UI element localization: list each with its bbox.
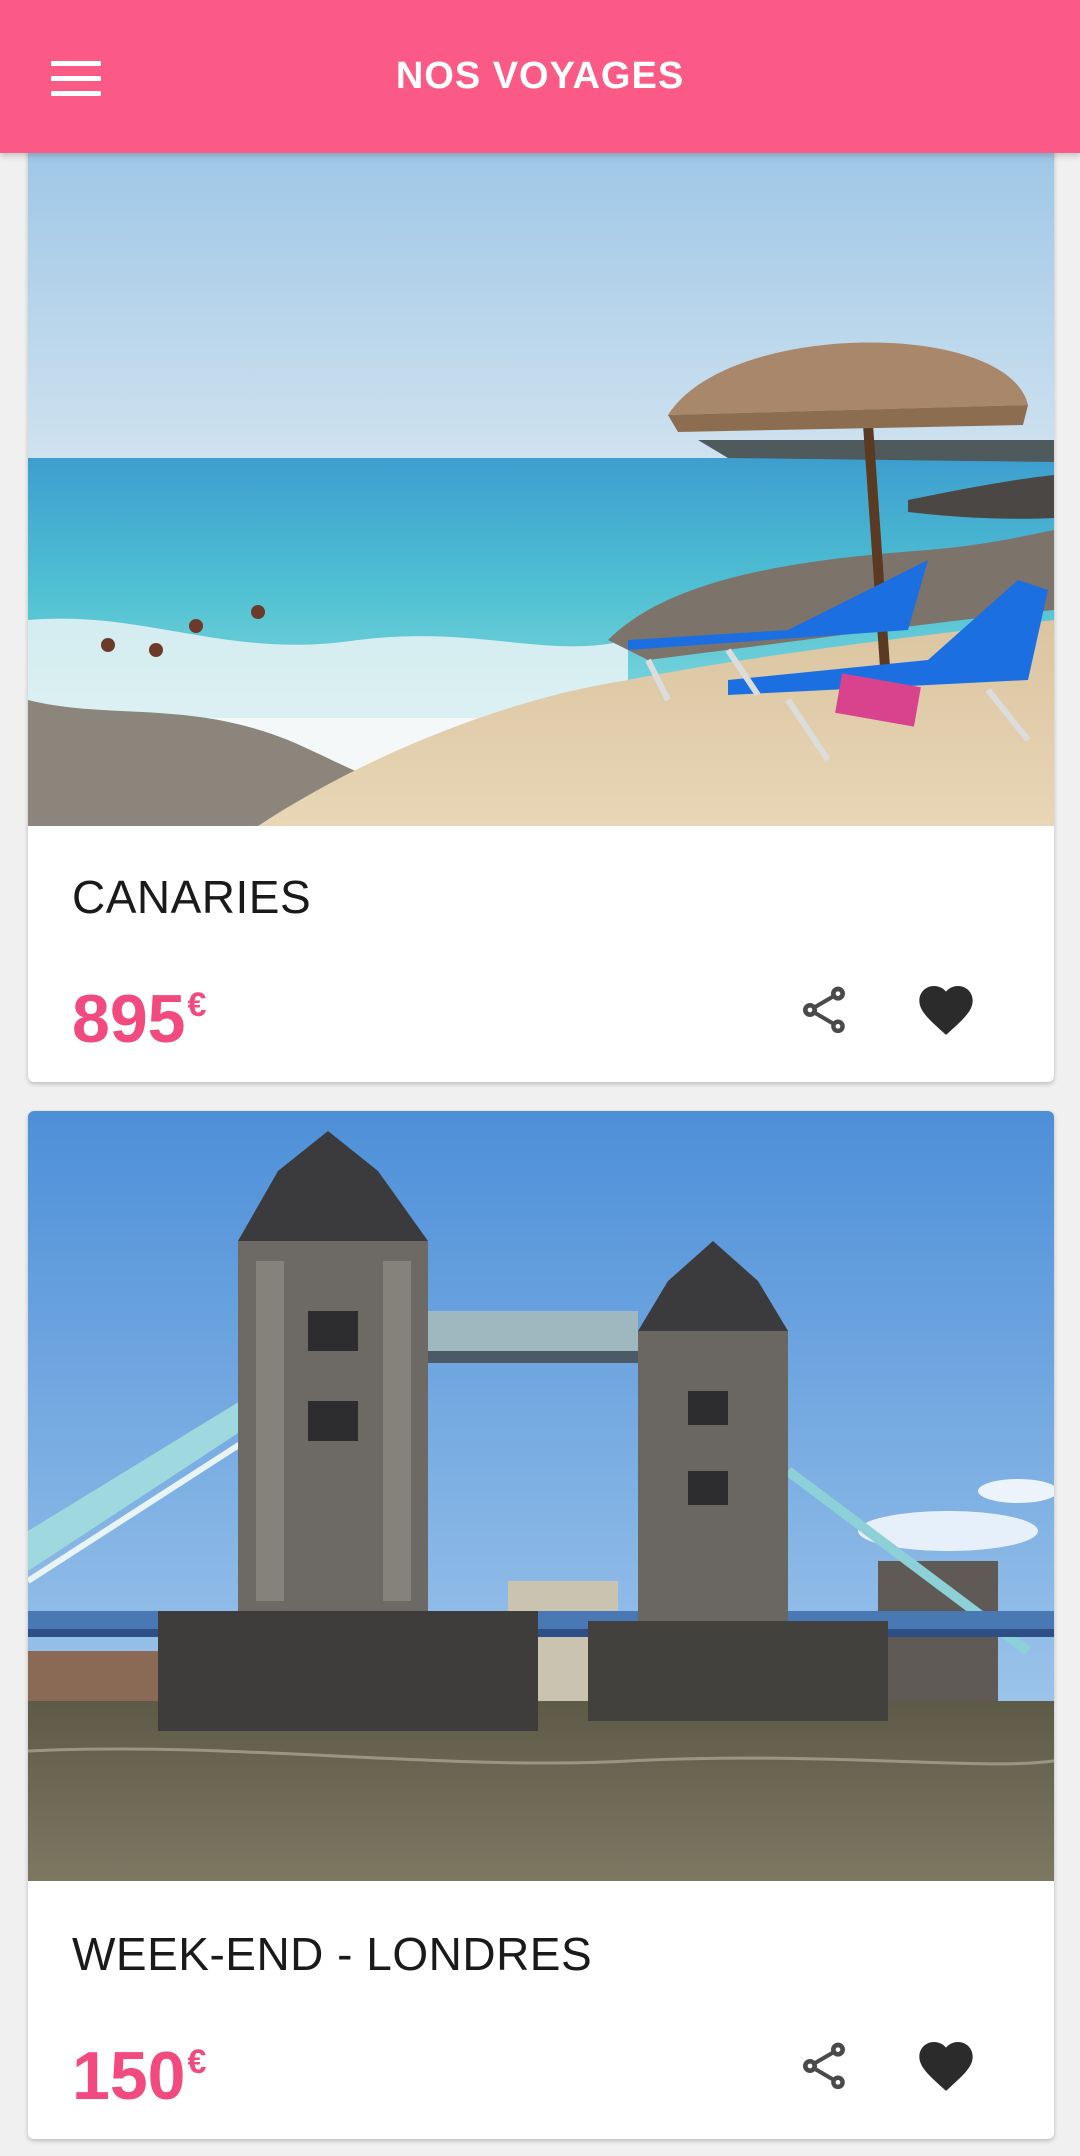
trip-image-beach [28,140,1054,826]
price-value: 150 [72,2038,186,2114]
currency-symbol: € [187,986,207,1024]
currency-symbol: € [187,2043,207,2081]
app-bar: NOS VOYAGES [0,0,1080,153]
share-icon[interactable] [784,970,864,1050]
trip-title: WEEK-END - LONDRES [72,1928,593,1980]
trip-title: CANARIES [72,871,312,923]
price-value: 895 [72,981,186,1057]
trip-price: 150€ [72,2037,206,2115]
heart-icon[interactable] [906,970,986,1050]
trip-image-tower-bridge [28,1111,1054,1881]
trip-card-canaries[interactable]: CANARIES 895€ [28,140,1054,1082]
page-title: NOS VOYAGES [395,55,685,97]
hamburger-menu-icon[interactable] [36,38,116,118]
trip-card-londres[interactable]: WEEK-END - LONDRES 150€ [28,1111,1054,2139]
share-icon[interactable] [784,2026,864,2106]
trip-price: 895€ [72,980,206,1058]
heart-icon[interactable] [906,2026,986,2106]
